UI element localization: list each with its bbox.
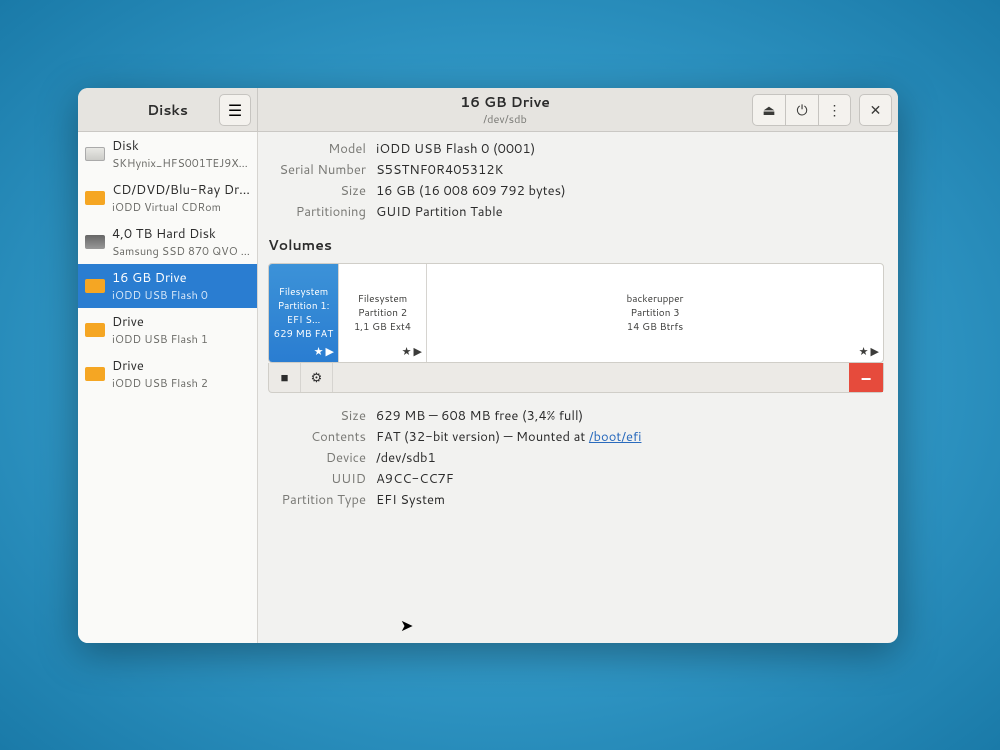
hamburger-icon: ☰: [228, 99, 242, 122]
removable-icon: [84, 187, 106, 209]
disk-icon: [84, 143, 106, 165]
sidebar-item-sublabel: Samsung SSD 870 QVO 4TB: [112, 243, 251, 259]
volume-line-1: backerupper: [627, 292, 684, 306]
drive-menu-button[interactable]: ⋮: [818, 94, 851, 126]
partitioning-value: GUID Partition Table: [376, 203, 884, 221]
volume-line-3: 629 MB FAT: [274, 327, 333, 341]
partitioning-label: Partitioning: [268, 203, 366, 221]
sidebar-item-label: Drive: [112, 313, 208, 331]
content: Model iODD USB Flash 0 (0001) Serial Num…: [258, 132, 898, 643]
detail-device-value: /dev/sdb1: [376, 449, 884, 467]
volume-partition-2[interactable]: Filesystem Partition 2 1,1 GB Ext4 ★ ▶: [339, 264, 427, 362]
play-icon: ▶: [326, 343, 334, 359]
volume-line-1: Filesystem: [358, 292, 408, 306]
volume-line-3: 1,1 GB Ext4: [354, 320, 411, 334]
volume-line-2: Partition 1: EFI S…: [273, 299, 334, 327]
removable-icon: [84, 319, 106, 341]
size-label: Size: [268, 182, 366, 200]
power-off-button[interactable]: ⏻: [785, 94, 818, 126]
sidebar-item-disk-1[interactable]: CD/DVD/Blu-Ray Drive iODD Virtual CDRom: [78, 176, 257, 220]
sidebar-item-label: Disk: [112, 137, 251, 155]
sidebar-item-disk-2[interactable]: 4,0 TB Hard Disk Samsung SSD 870 QVO 4TB: [78, 220, 257, 264]
sidebar-item-label: CD/DVD/Blu-Ray Drive: [112, 181, 251, 199]
unmount-button[interactable]: ■: [269, 363, 301, 392]
removable-icon: [84, 363, 106, 385]
disks-window: Disks ☰ 16 GB Drive /dev/sdb ⏏ ⏻ ⋮ ✕ Dis…: [78, 88, 898, 643]
delete-partition-button[interactable]: −: [849, 363, 883, 392]
body: Disk SKHynix_HFS001TEJ9X164N CD/DVD/Blu-…: [78, 132, 898, 643]
volume-badges: ★ ▶: [314, 343, 334, 359]
sidebar-item-sublabel: iODD USB Flash 0: [112, 287, 208, 303]
detail-size-value: 629 MB — 608 MB free (3,4% full): [376, 407, 884, 425]
play-icon: ▶: [871, 343, 879, 359]
power-icon: ⏻: [796, 100, 807, 120]
kebab-icon: ⋮: [828, 100, 842, 120]
volume-line-3: 14 GB Btrfs: [627, 320, 684, 334]
sidebar-item-label: 16 GB Drive: [112, 269, 208, 287]
model-label: Model: [268, 140, 366, 158]
gear-icon: ⚙: [311, 369, 323, 387]
sidebar-item-sublabel: iODD Virtual CDRom: [112, 199, 251, 215]
drive-actions-group: ⏏ ⏻ ⋮: [752, 94, 851, 126]
volume-line-2: Partition 2: [358, 306, 407, 320]
sidebar: Disk SKHynix_HFS001TEJ9X164N CD/DVD/Blu-…: [78, 132, 258, 643]
detail-size-label: Size: [268, 407, 366, 425]
sidebar-item-disk-5[interactable]: Drive iODD USB Flash 2: [78, 352, 257, 396]
serial-value: S5STNF0R405312K: [376, 161, 884, 179]
detail-uuid-label: UUID: [268, 470, 366, 488]
sidebar-item-sublabel: SKHynix_HFS001TEJ9X164N: [112, 155, 251, 171]
detail-contents-value: FAT (32-bit version) — Mounted at /boot/…: [376, 428, 884, 446]
detail-contents-label: Contents: [268, 428, 366, 446]
drive-info-grid: Model iODD USB Flash 0 (0001) Serial Num…: [268, 140, 884, 221]
model-value: iODD USB Flash 0 (0001): [376, 140, 884, 158]
star-icon: ★: [859, 343, 869, 359]
titlebar-left: Disks ☰: [78, 88, 258, 131]
sidebar-item-sublabel: iODD USB Flash 2: [112, 375, 208, 391]
volume-toolbar: ■ ⚙ −: [268, 363, 884, 393]
toolbar-spacer: [333, 363, 849, 392]
sidebar-item-label: 4,0 TB Hard Disk: [112, 225, 251, 243]
serial-label: Serial Number: [268, 161, 366, 179]
contents-prefix: FAT (32-bit version) — Mounted at: [376, 428, 589, 446]
volume-line-2: Partition 3: [630, 306, 679, 320]
volume-badges: ★ ▶: [859, 343, 879, 359]
drive-title: 16 GB Drive: [460, 92, 550, 112]
mount-point-link[interactable]: /boot/efi: [589, 428, 642, 446]
titlebar: Disks ☰ 16 GB Drive /dev/sdb ⏏ ⏻ ⋮ ✕: [78, 88, 898, 132]
app-title: Disks: [147, 100, 188, 120]
sidebar-item-label: Drive: [112, 357, 208, 375]
star-icon: ★: [402, 343, 412, 359]
hdd-icon: [84, 231, 106, 253]
titlebar-right: ⏏ ⏻ ⋮ ✕: [752, 88, 898, 131]
volume-settings-button[interactable]: ⚙: [301, 363, 333, 392]
sidebar-item-sublabel: iODD USB Flash 1: [112, 331, 208, 347]
hamburger-button[interactable]: ☰: [219, 94, 251, 126]
sidebar-item-disk-3[interactable]: 16 GB Drive iODD USB Flash 0: [78, 264, 257, 308]
close-icon: ✕: [870, 100, 882, 120]
titlebar-center: 16 GB Drive /dev/sdb: [258, 88, 752, 131]
detail-device-label: Device: [268, 449, 366, 467]
removable-icon: [84, 275, 106, 297]
minus-icon: −: [861, 365, 872, 391]
sidebar-item-disk-0[interactable]: Disk SKHynix_HFS001TEJ9X164N: [78, 132, 257, 176]
star-icon: ★: [314, 343, 324, 359]
eject-icon: ⏏: [762, 100, 775, 120]
volume-partition-3[interactable]: backerupper Partition 3 14 GB Btrfs ★ ▶: [427, 264, 883, 362]
detail-ptype-value: EFI System: [376, 491, 884, 509]
stop-icon: ■: [281, 369, 289, 387]
sidebar-item-disk-4[interactable]: Drive iODD USB Flash 1: [78, 308, 257, 352]
play-icon: ▶: [414, 343, 422, 359]
volumes-diagram: Filesystem Partition 1: EFI S… 629 MB FA…: [268, 263, 884, 363]
detail-uuid-value: A9CC-CC7F: [376, 470, 884, 488]
partition-detail-grid: Size 629 MB — 608 MB free (3,4% full) Co…: [268, 407, 884, 509]
detail-ptype-label: Partition Type: [268, 491, 366, 509]
eject-button[interactable]: ⏏: [752, 94, 785, 126]
volume-line-1: Filesystem: [279, 285, 329, 299]
volume-partition-1[interactable]: Filesystem Partition 1: EFI S… 629 MB FA…: [269, 264, 339, 362]
volumes-title: Volumes: [268, 235, 884, 255]
size-value: 16 GB (16 008 609 792 bytes): [376, 182, 884, 200]
drive-subtitle: /dev/sdb: [483, 111, 527, 127]
close-button[interactable]: ✕: [859, 94, 892, 126]
volume-badges: ★ ▶: [402, 343, 422, 359]
